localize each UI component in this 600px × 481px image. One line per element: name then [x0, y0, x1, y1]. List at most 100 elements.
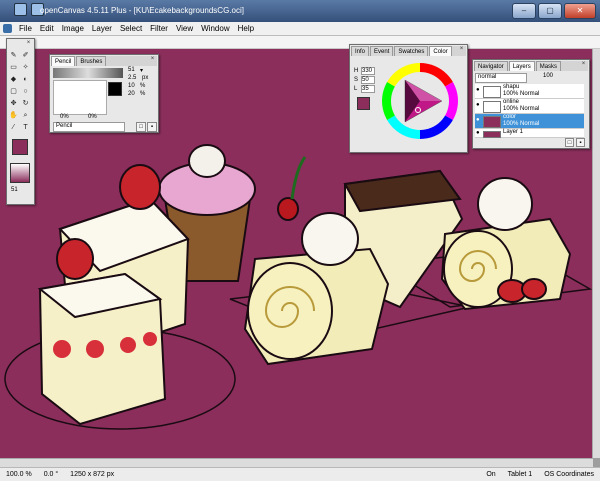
brush-tool-icon[interactable]: ✐: [21, 51, 30, 60]
tool-palette: × ✎ ✐ ▭ ✧ ◆ ◐ ▢ ○ ✥ ↻ ✋ ⌕ ⁄ T 51: [6, 38, 35, 205]
layer-thumbnail: [483, 131, 501, 138]
new-brush-icon[interactable]: □: [136, 122, 146, 132]
layer-name: shapu: [503, 84, 520, 90]
brush-preview: [53, 80, 107, 115]
maximize-button[interactable]: ▢: [538, 3, 562, 19]
tab-swatches[interactable]: Swatches: [394, 46, 429, 56]
layer-row-selected[interactable]: ● color 100% Normal: [475, 114, 584, 129]
close-icon[interactable]: ×: [149, 56, 156, 63]
close-button[interactable]: ✕: [564, 3, 596, 19]
opacity-left-value: 0%: [60, 114, 69, 120]
visibility-eye-icon[interactable]: ●: [476, 87, 482, 93]
visibility-eye-icon[interactable]: ●: [476, 130, 482, 136]
text-tool-icon[interactable]: T: [21, 123, 30, 132]
lasso-tool-icon[interactable]: ○: [21, 87, 30, 96]
tab-masks[interactable]: Masks: [535, 61, 562, 71]
hsv-label: S: [354, 77, 359, 83]
rotation-angle: 0.0 °: [43, 471, 59, 478]
canvas-size: 1250 x 872 px: [70, 471, 115, 478]
brush-field-value[interactable]: 20: [128, 91, 135, 97]
select-tool-icon[interactable]: ▢: [9, 87, 18, 96]
brush-field-value[interactable]: 51: [128, 67, 135, 73]
hsv-value-input[interactable]: 50: [361, 76, 375, 84]
current-color-swatch[interactable]: [357, 97, 370, 110]
brush-field-unit: %: [140, 91, 146, 97]
close-icon[interactable]: ×: [580, 61, 587, 68]
menu-layer[interactable]: Layer: [88, 22, 116, 35]
menu-file[interactable]: File: [15, 22, 36, 35]
tab-layers[interactable]: Layers: [508, 61, 535, 71]
hsv-label: L: [354, 86, 358, 92]
new-layer-icon[interactable]: □: [565, 138, 574, 147]
brush-field-unit: ▾: [140, 68, 144, 74]
tab-brushes[interactable]: Brushes: [76, 56, 107, 66]
brush-field-value[interactable]: 2.5: [128, 75, 136, 81]
window-titlebar: openCanvas 4.5.11 Plus - [KU\Ecakebackgr…: [0, 0, 600, 22]
tab-navigator[interactable]: Navigator: [474, 61, 508, 71]
tab-info[interactable]: Info: [351, 46, 370, 56]
layer-name: color: [503, 114, 517, 120]
menu-window[interactable]: Window: [197, 22, 233, 35]
zoom-level: 100.0 %: [6, 471, 32, 478]
minimize-button[interactable]: –: [512, 3, 536, 19]
rotate-tool-icon[interactable]: ↻: [21, 99, 30, 108]
pen-tool-icon[interactable]: ✎: [9, 51, 18, 60]
layers-panel: Navigator Layers Masks × normal 100 ● sh…: [472, 59, 590, 149]
tab-color[interactable]: Color: [429, 46, 452, 56]
app-icon[interactable]: [3, 24, 12, 33]
zoom-tool-icon[interactable]: ⌕: [21, 111, 30, 120]
move-tool-icon[interactable]: ✥: [9, 99, 18, 108]
layer-thumbnail: [483, 116, 501, 128]
airbrush-tool-icon[interactable]: ✧: [21, 63, 30, 72]
tab-event[interactable]: Event: [370, 46, 394, 56]
layer-name: online: [503, 99, 520, 105]
vertical-scrollbar[interactable]: [592, 49, 600, 458]
layer-row[interactable]: ● Layer 1: [475, 129, 584, 138]
options-toolbar: [0, 36, 600, 49]
menu-view[interactable]: View: [172, 22, 197, 35]
delete-brush-icon[interactable]: ▪: [147, 122, 157, 132]
layer-row[interactable]: ● online 100% Normal: [475, 99, 584, 114]
layer-mode: 100% Normal: [503, 91, 540, 97]
delete-layer-icon[interactable]: ▪: [576, 138, 585, 147]
close-icon[interactable]: ×: [25, 40, 32, 47]
brush-size-value: 51: [11, 187, 18, 193]
layer-mode: 100% Normal: [503, 106, 540, 112]
hsv-label: H: [354, 68, 359, 74]
blend-mode-select[interactable]: normal: [475, 73, 527, 83]
tool-name-field[interactable]: Pencil: [53, 122, 125, 132]
main-color-swatch[interactable]: [12, 139, 28, 155]
coordinate-mode: OS Coordinates: [544, 471, 594, 478]
hsv-value-input[interactable]: 330: [361, 67, 375, 75]
menu-help[interactable]: Help: [234, 22, 258, 35]
brush-field-unit: px: [142, 75, 149, 81]
tab-pencil[interactable]: Pencil: [51, 56, 76, 66]
menu-select[interactable]: Select: [116, 22, 146, 35]
hsv-value-input[interactable]: 35: [361, 85, 375, 93]
tablet-name: Tablet 1: [507, 471, 533, 478]
visibility-eye-icon[interactable]: ●: [476, 117, 482, 123]
fill-tool-icon[interactable]: ◆: [9, 75, 18, 84]
app-shortcut-icon[interactable]: [14, 3, 27, 16]
eraser-tool-icon[interactable]: ▭: [9, 63, 18, 72]
tablet-state: On: [486, 471, 496, 478]
color-gradient-swatch[interactable]: [10, 163, 30, 183]
layer-row[interactable]: ● shapu 100% Normal: [475, 84, 584, 99]
brush-color-swatch[interactable]: [108, 82, 122, 96]
menu-image[interactable]: Image: [58, 22, 88, 35]
close-icon[interactable]: ×: [458, 46, 465, 53]
brush-field-value[interactable]: 10: [128, 83, 135, 89]
color-panel: Info Event Swatches Color × H 330 S 50 L…: [349, 44, 468, 153]
menu-edit[interactable]: Edit: [36, 22, 58, 35]
blur-tool-icon[interactable]: ◐: [21, 75, 30, 84]
layer-name: Layer 1: [503, 129, 524, 135]
menu-filter[interactable]: Filter: [146, 22, 172, 35]
hand-tool-icon[interactable]: ✋: [9, 111, 18, 120]
menu-bar: File Edit Image Layer Select Filter View…: [0, 22, 600, 36]
layer-thumbnail: [483, 101, 501, 113]
eyedropper-tool-icon[interactable]: ⁄: [9, 123, 18, 132]
layer-opacity-value[interactable]: 100: [543, 73, 553, 79]
visibility-eye-icon[interactable]: ●: [476, 102, 482, 108]
brush-texture-strip[interactable]: [53, 68, 123, 78]
color-wheel[interactable]: [380, 60, 460, 142]
